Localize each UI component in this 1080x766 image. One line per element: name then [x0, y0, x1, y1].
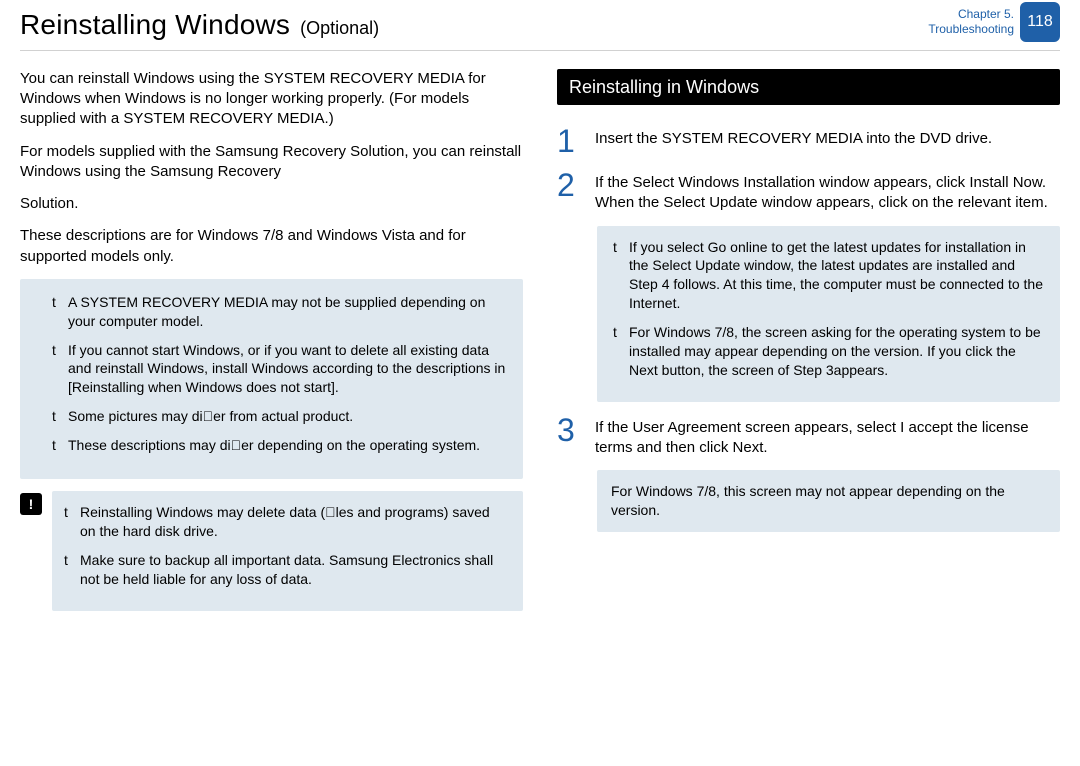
note-item: If you cannot start Windows, or if you w… [68, 341, 509, 398]
chapter-block: Chapter 5. Troubleshooting [928, 7, 1014, 37]
note-item: These descriptions may di er depending o… [68, 436, 509, 455]
step-text: If the User Agreement screen appears, se… [595, 414, 1060, 459]
step-3: 3 If the User Agreement screen appears, … [557, 414, 1060, 459]
step-text: If the Select Windows Installation windo… [595, 169, 1060, 214]
intro-p3: Solution. [20, 194, 523, 214]
step-text: Insert the SYSTEM RECOVERY MEDIA into th… [595, 125, 992, 149]
left-notes-box: A SYSTEM RECOVERY MEDIA may not be suppl… [20, 279, 523, 479]
step-number: 1 [557, 125, 581, 157]
step3-note-text: For Windows 7/8, this screen may not app… [611, 483, 1005, 518]
page-header: Reinstalling Windows (Optional) Chapter … [20, 0, 1060, 51]
page-number: 118 [1027, 11, 1053, 33]
warn-item: Make sure to backup all important data. … [80, 551, 509, 589]
note-item: A SYSTEM RECOVERY MEDIA may not be suppl… [68, 293, 509, 331]
step-1: 1 Insert the SYSTEM RECOVERY MEDIA into … [557, 125, 1060, 157]
warning-box: Reinstalling Windows may delete data ( l… [52, 491, 523, 611]
header-meta: Chapter 5. Troubleshooting 118 [928, 2, 1060, 42]
note-item: If you select Go online to get the lates… [629, 238, 1046, 314]
note-item: Some pictures may di er from actual prod… [68, 407, 509, 426]
chapter-line1: Chapter 5. [928, 7, 1014, 22]
right-column: Reinstalling in Windows 1 Insert the SYS… [557, 69, 1060, 611]
warning-icon: ! [20, 493, 42, 515]
warning-icon-label: ! [29, 495, 34, 514]
page-subtitle: (Optional) [300, 16, 379, 40]
intro-p2: For models supplied with the Samsung Rec… [20, 142, 523, 183]
step-2: 2 If the Select Windows Installation win… [557, 169, 1060, 214]
step3-note-box: For Windows 7/8, this screen may not app… [597, 470, 1060, 532]
left-column: You can reinstall Windows using the SYST… [20, 69, 523, 611]
content-columns: You can reinstall Windows using the SYST… [0, 69, 1080, 611]
chapter-line2: Troubleshooting [928, 22, 1014, 37]
intro-p1: You can reinstall Windows using the SYST… [20, 69, 523, 130]
title-group: Reinstalling Windows (Optional) [20, 0, 379, 44]
step-number: 3 [557, 414, 581, 446]
page-number-badge: 118 [1020, 2, 1060, 42]
section-heading: Reinstalling in Windows [557, 69, 1060, 105]
step2-notes-box: If you select Go online to get the lates… [597, 226, 1060, 402]
intro-p4: These descriptions are for Windows 7/8 a… [20, 226, 523, 267]
page-title: Reinstalling Windows [20, 6, 290, 44]
step-number: 2 [557, 169, 581, 201]
warn-item: Reinstalling Windows may delete data ( l… [80, 503, 509, 541]
warning-row: ! Reinstalling Windows may delete data (… [20, 491, 523, 611]
note-item: For Windows 7/8, the screen asking for t… [629, 323, 1046, 380]
